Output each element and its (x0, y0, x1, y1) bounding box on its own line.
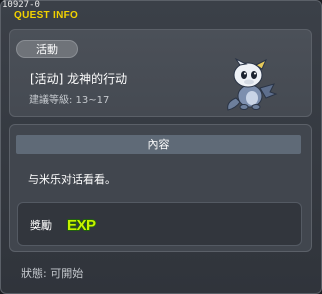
quest-name: [活动] 龙神的行动 (30, 72, 128, 86)
content-section-header: 內容 (16, 135, 301, 154)
quest-status: 狀態: 可開始 (21, 267, 84, 280)
quest-level-range: 建議等級: 13~17 (29, 95, 110, 106)
quest-category-badge: 活動 (16, 40, 78, 58)
exp-icon-text: EXP (67, 217, 96, 232)
quest-id-label: 10927-0 (2, 0, 40, 10)
baby-dragon-icon (227, 58, 278, 111)
reward-label: 獎勵 (30, 219, 52, 232)
quest-description: 与米乐对话看看。 (28, 173, 116, 186)
exp-icon: EXP (66, 216, 97, 232)
window-title: QUEST INFO (14, 10, 79, 21)
reward-box (17, 202, 302, 246)
